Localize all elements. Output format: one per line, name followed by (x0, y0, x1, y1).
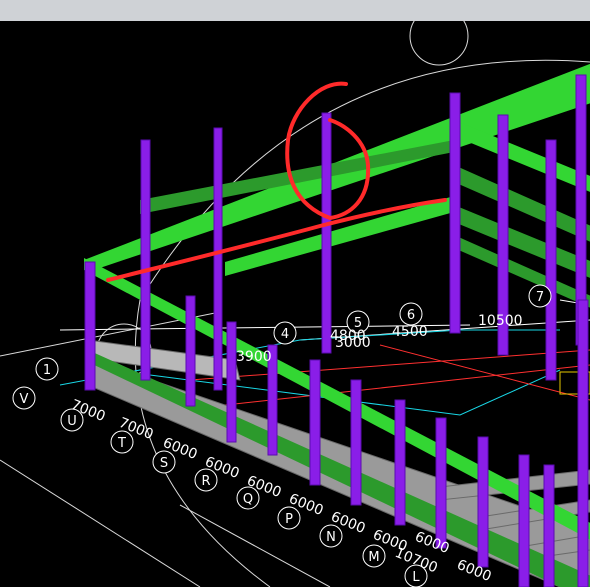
grid-label-t: T (117, 436, 126, 451)
grid-label-q: Q (243, 492, 253, 507)
column (449, 92, 461, 334)
grid-bubble: P (277, 506, 301, 530)
top-toolbar-strip[interactable] (0, 0, 590, 22)
grid-bubble: 7 (528, 284, 552, 308)
column (577, 299, 589, 587)
grid-label-s: S (160, 456, 168, 471)
column (518, 454, 530, 587)
grid-label-v: V (20, 392, 29, 407)
dim-label: 10500 (478, 313, 523, 329)
dim-label: 4500 (392, 324, 428, 340)
grid-bubble: N (319, 524, 343, 548)
model-canvas[interactable]: 1 V U T S R Q P N M L 4 5 6 7 7000 7000 … (0, 21, 590, 587)
grid-bubble: 6 (399, 302, 423, 326)
column (140, 139, 151, 381)
grid-label-u: U (67, 414, 77, 429)
grid-bubble: M (362, 544, 386, 568)
grid-bubble: 4 (273, 321, 297, 345)
column (226, 321, 237, 443)
column (84, 261, 96, 391)
viewcube-circle[interactable] (409, 21, 469, 66)
cad-application: 1 V U T S R Q P N M L 4 5 6 7 7000 7000 … (0, 0, 590, 587)
column (543, 464, 555, 587)
grid-label-l: L (412, 570, 420, 585)
column (350, 379, 362, 506)
column (545, 139, 557, 381)
dim-label: 3000 (335, 335, 371, 351)
grid-bubble: S (152, 450, 176, 474)
grid-label-n: N (326, 530, 336, 545)
column (394, 399, 406, 526)
grid-label-m: M (368, 550, 379, 565)
grid-bubble: V (12, 386, 36, 410)
dim-label: 3900 (236, 349, 272, 365)
grid-label-4: 4 (281, 327, 289, 342)
column (309, 359, 321, 486)
grid-label-p: P (285, 512, 293, 527)
grid-label-r: R (201, 474, 210, 489)
column (185, 295, 196, 407)
grid-label-1: 1 (43, 363, 51, 378)
grid-label-6: 6 (407, 308, 415, 323)
grid-label-7: 7 (536, 290, 544, 305)
column (477, 436, 489, 568)
column (213, 127, 223, 391)
3d-model-viewport[interactable]: 1 V U T S R Q P N M L 4 5 6 7 7000 7000 … (0, 21, 590, 587)
column (435, 417, 447, 549)
column (321, 112, 332, 354)
grid-bubble: 1 (35, 357, 59, 381)
